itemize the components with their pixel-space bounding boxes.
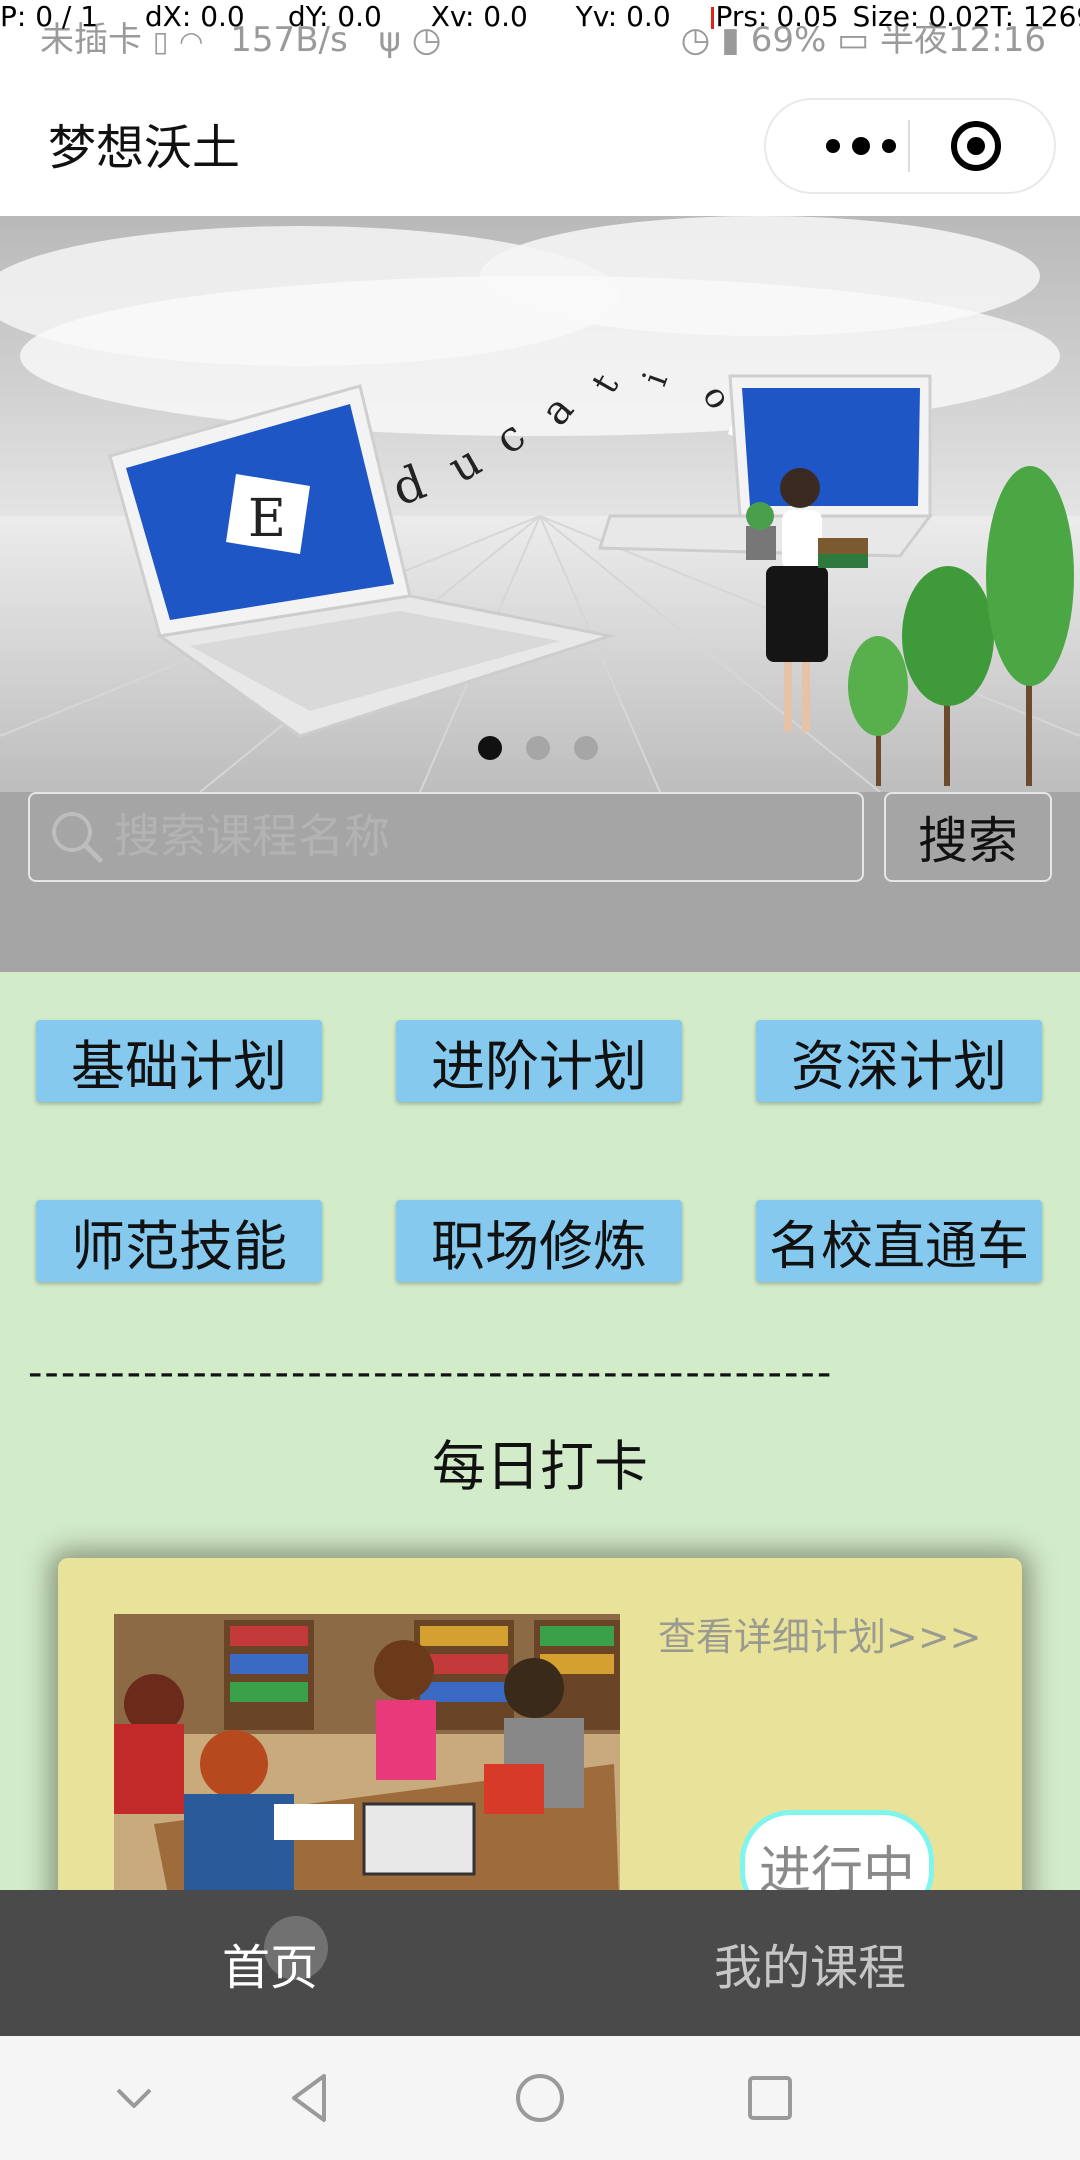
status-bar: 未插卡 ▯ ◠ 157B/s ψ ◷ ◷ ▮ 69% ▭ 半夜12:16 P: …: [0, 0, 1080, 62]
status-badge[interactable]: 进行中: [740, 1810, 934, 1890]
chevron-down-icon[interactable]: [104, 2068, 164, 2128]
debug-marker: [710, 7, 714, 29]
plan-workplace-button[interactable]: 职场修炼: [396, 1200, 682, 1282]
plan-advanced-button[interactable]: 进阶计划: [396, 1020, 682, 1102]
system-navigation-bar: [0, 2036, 1080, 2160]
pointer-debug-overlay: P: 0 / 1 dX: 0.0 dY: 0.0 Xv: 0.0 Yv: 0.0…: [0, 0, 1080, 34]
target-close-icon[interactable]: [950, 120, 1002, 172]
home-circle-icon[interactable]: [510, 2068, 570, 2128]
tab-home[interactable]: 首页: [0, 1890, 540, 2036]
debug-prs: Prs: 0.05: [715, 0, 839, 33]
carousel-dot-2[interactable]: [526, 736, 550, 760]
search-area: 搜索: [0, 792, 1080, 972]
banner-letter-e: E: [248, 489, 286, 549]
debug-yv: Yv: 0.0: [575, 0, 671, 33]
plan-elite-school-button[interactable]: 名校直通车: [756, 1200, 1042, 1282]
tab-bar: 首页 我的课程: [0, 1890, 1080, 2036]
checkin-title: 每日打卡: [432, 1435, 648, 1498]
view-plan-details-link[interactable]: 查看详细计划>>>: [658, 1606, 982, 1661]
dashed-divider: ----------------------------------------…: [28, 1350, 834, 1396]
carousel-dot-3[interactable]: [574, 736, 598, 760]
search-icon: [48, 808, 104, 864]
back-triangle-icon[interactable]: [280, 2068, 340, 2128]
nav-bar: 梦想沃土: [0, 62, 1080, 216]
debug-pointer: P: 0 / 1: [0, 0, 99, 33]
tab-my-courses[interactable]: 我的课程: [540, 1890, 1080, 2036]
debug-size: Size: 0.02: [852, 0, 991, 33]
main-content: 基础计划 进阶计划 资深计划 师范技能 职场修炼 名校直通车 ---------…: [0, 972, 1080, 1890]
capsule-divider: [908, 120, 910, 172]
debug-t: T: 126917: [990, 0, 1080, 33]
recents-square-icon[interactable]: [740, 2068, 800, 2128]
banner-carousel[interactable]: E d u c a t i o n: [0, 216, 1080, 792]
banner-image: E d u c a t i o n: [0, 216, 1080, 792]
carousel-dot-1[interactable]: [478, 736, 502, 760]
plan-teacher-skills-button[interactable]: 师范技能: [36, 1200, 322, 1282]
search-input[interactable]: [114, 806, 814, 866]
search-box[interactable]: [28, 792, 864, 882]
debug-dx: dX: 0.0: [144, 0, 245, 33]
debug-dy: dY: 0.0: [287, 0, 382, 33]
debug-xv: Xv: 0.0: [430, 0, 528, 33]
checkin-card[interactable]: 查看详细计划>>> 进行中: [58, 1558, 1022, 1890]
plan-basic-button[interactable]: 基础计划: [36, 1020, 322, 1102]
carousel-indicators: [478, 736, 602, 762]
more-dots-icon[interactable]: [806, 100, 916, 192]
page-title: 梦想沃土: [48, 120, 241, 176]
study-group-image: [114, 1614, 620, 1890]
menu-capsule: [764, 98, 1056, 194]
plan-senior-button[interactable]: 资深计划: [756, 1020, 1042, 1102]
search-button[interactable]: 搜索: [884, 792, 1052, 882]
